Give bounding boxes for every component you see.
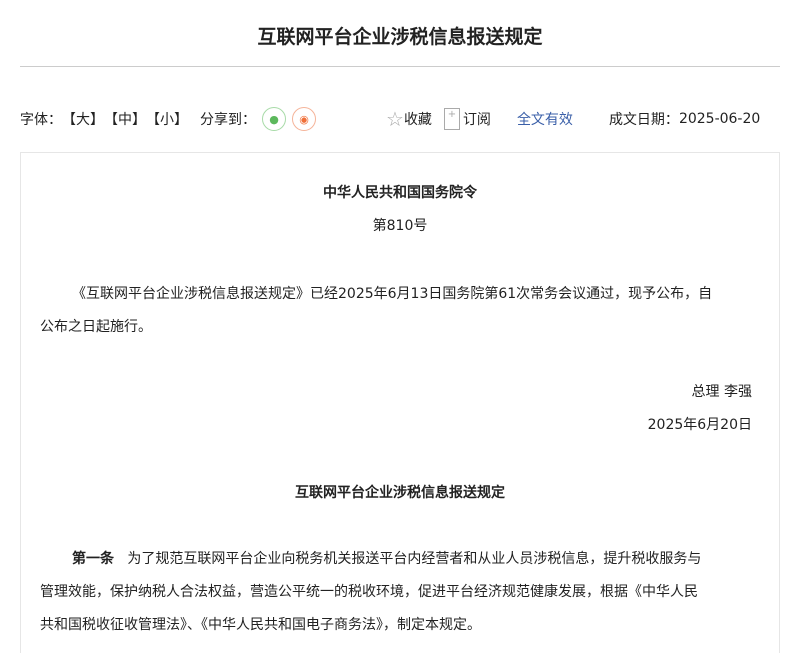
validity-link[interactable]: 全文有效 [517,109,573,129]
font-medium-button[interactable]: 【中】 [104,109,146,129]
font-large-button[interactable]: 【大】 [62,109,104,129]
article-1-line-2: 管理效能，保护纳税人合法权益，营造公平统一的税收环境，促进平台经济规范健康发展，… [40,584,698,600]
bookmark-icon: + [443,108,460,130]
wechat-share-icon[interactable]: ● [262,107,286,131]
document-date: 2025-06-20 [678,111,761,127]
sign-date: 2025年6月20日 [647,417,752,433]
divider [20,66,780,67]
article-1-line-1: 第一条 为了规范互联网平台企业向税务机关报送平台内经营者和从业人员涉税信息，提升… [72,543,701,576]
intro-line-1: 《互联网平台企业涉税信息报送规定》已经2025年6月13日国务院第61次常务会议… [72,286,713,302]
article-1-label: 第一条 [72,551,114,567]
intro-line-2: 公布之日起施行。 [40,319,152,335]
font-small-button[interactable]: 【小】 [146,109,188,129]
star-icon: ☆ [386,107,404,131]
subscribe-button[interactable]: + 订阅 [443,108,491,130]
favorite-label: 收藏 [403,112,432,128]
signer: 总理 李强 [691,384,752,400]
weibo-share-icon[interactable]: ◉ [292,107,316,131]
share-label: 分享到： [200,112,256,128]
favorite-button[interactable]: ☆ 收藏 [386,107,432,131]
article-1-line-3: 共和国税收征收管理法》、《中华人民共和国电子商务法》，制定本规定。 [40,617,481,633]
toolbar: 字体： 【大】 【中】 【小】 分享到： ● ◉ ☆ 收藏 + 订阅 全文有效 … [20,107,780,131]
order-title: 中华人民共和国国务院令 [323,185,477,201]
page-title: 互联网平台企业涉税信息报送规定 [257,26,543,48]
order-number: 第810号 [372,218,428,234]
date-label: 成文日期： [608,112,679,128]
article-1-text: 为了规范互联网平台企业向税务机关报送平台内经营者和从业人员涉税信息，提升税收服务… [127,551,702,567]
regulation-title: 互联网平台企业涉税信息报送规定 [295,485,505,501]
subscribe-label: 订阅 [462,112,491,128]
font-size-label: 字体： [20,112,62,128]
